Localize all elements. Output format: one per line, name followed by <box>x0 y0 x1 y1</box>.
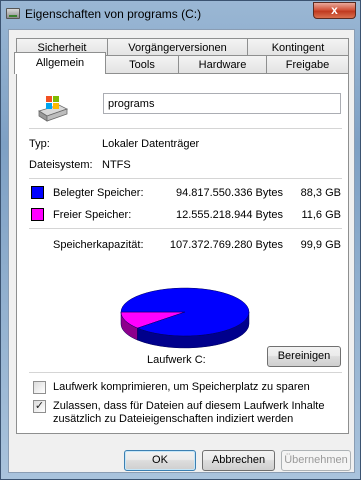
type-value: Lokaler Datenträger <box>102 138 200 150</box>
used-space-bytes: 94.817.550.336 Bytes <box>175 187 283 199</box>
apply-button[interactable]: Übernehmen <box>281 450 351 471</box>
capacity-gb: 99,9 GB <box>300 239 341 251</box>
index-checkbox[interactable]: ✓ <box>33 400 46 413</box>
separator <box>29 228 342 229</box>
index-label-line2: zusätzlich zu Dateieigenschaften indizie… <box>53 413 294 425</box>
filesystem-label: Dateisystem: <box>29 159 93 171</box>
tab-general[interactable]: Allgemein <box>14 52 106 74</box>
title-bar[interactable]: Eigenschaften von programs (C:) x <box>1 1 361 29</box>
separator <box>29 372 342 373</box>
dialog-client-area: Sicherheit Vorgängerversionen Kontingent… <box>8 29 355 473</box>
drive-icon <box>6 8 20 19</box>
used-space-swatch <box>31 186 44 199</box>
free-space-label: Freier Speicher: <box>53 209 132 221</box>
index-label-line1: Zulassen, dass für Dateien auf diesem La… <box>53 400 325 412</box>
free-space-bytes: 12.555.218.944 Bytes <box>175 209 283 221</box>
compress-checkbox[interactable] <box>33 381 46 394</box>
separator <box>29 128 342 129</box>
free-space-swatch <box>31 208 44 221</box>
window-title: Eigenschaften von programs (C:) <box>25 7 202 21</box>
capacity-bytes: 107.372.769.280 Bytes <box>169 239 283 251</box>
disk-cleanup-button[interactable]: Bereinigen <box>267 346 341 367</box>
tab-sharing[interactable]: Freigabe <box>266 55 349 74</box>
properties-window: Eigenschaften von programs (C:) x Sicher… <box>0 0 361 480</box>
drive-label: Laufwerk C: <box>147 354 206 366</box>
drive-name-input[interactable] <box>103 93 341 114</box>
used-space-gb: 88,3 GB <box>300 187 341 199</box>
tab-tools[interactable]: Tools <box>105 55 179 74</box>
capacity-label: Speicherkapazität: <box>53 239 144 251</box>
filesystem-value: NTFS <box>102 159 131 171</box>
used-space-label: Belegter Speicher: <box>53 187 144 199</box>
compress-label: Laufwerk komprimieren, um Speicherplatz … <box>53 381 310 393</box>
hard-drive-icon <box>38 96 69 122</box>
disk-usage-pie-chart <box>120 287 250 349</box>
tab-hardware[interactable]: Hardware <box>178 55 267 74</box>
separator <box>29 178 342 179</box>
cancel-button[interactable]: Abbrechen <box>202 450 275 471</box>
close-button[interactable]: x <box>313 2 356 19</box>
ok-button[interactable]: OK <box>124 450 196 471</box>
type-label: Typ: <box>29 138 50 150</box>
free-space-gb: 11,6 GB <box>301 209 341 221</box>
general-tab-panel: Typ: Lokaler Datenträger Dateisystem: NT… <box>16 73 349 434</box>
pie-used-slice <box>120 287 250 337</box>
